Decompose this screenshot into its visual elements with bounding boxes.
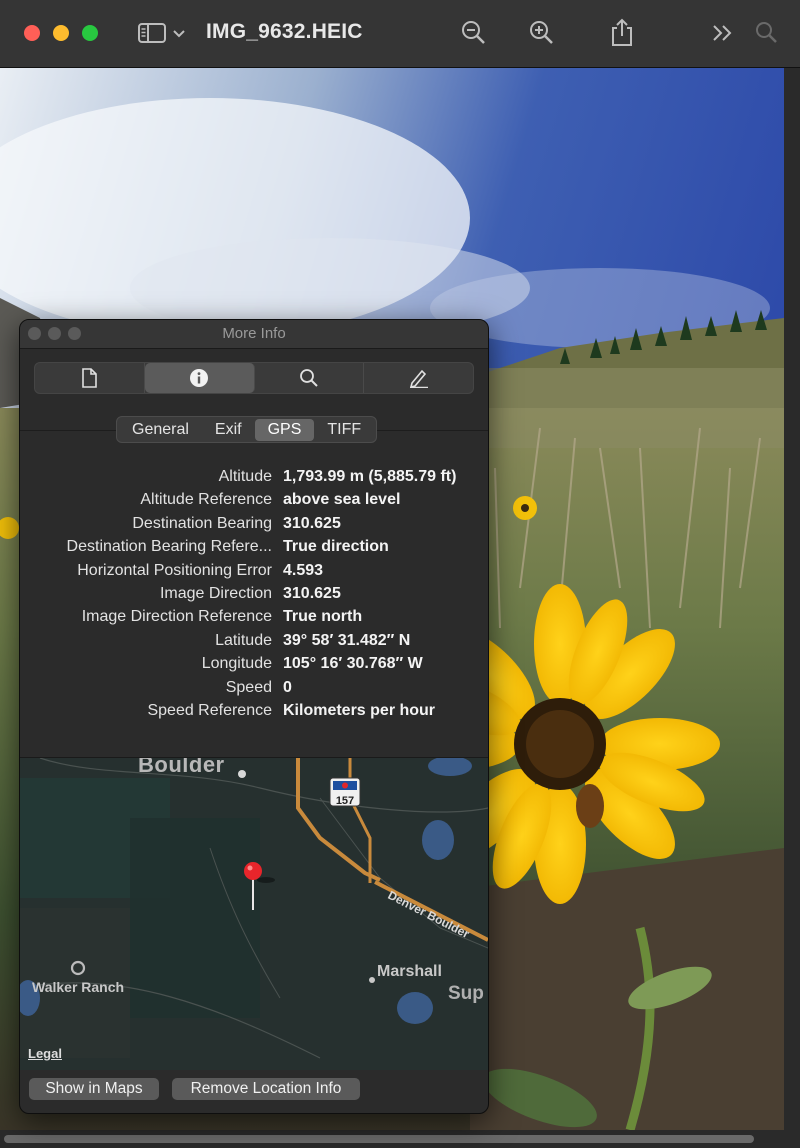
general-info-button[interactable] [35, 363, 145, 393]
pencil-icon [409, 369, 428, 388]
inspector-toolbar [34, 362, 474, 394]
map-label-walker-ranch: Walker Ranch [32, 979, 125, 995]
more-toolbar-button[interactable] [708, 18, 738, 48]
window-title: IMG_9632.HEIC [206, 20, 363, 43]
location-map[interactable]: 157 Boulder Walker Ranch Marshall Sup De… [20, 758, 488, 1070]
route-157-shield: 157 [336, 795, 354, 807]
close-button[interactable] [24, 25, 40, 41]
annotations-button[interactable] [364, 363, 473, 393]
zoom-out-button[interactable] [459, 18, 489, 48]
tab-general[interactable]: General [119, 419, 202, 441]
legal-link[interactable]: Legal [28, 1046, 62, 1061]
property-label: Destination Bearing Refere... [66, 538, 272, 556]
property-label: Altitude [218, 468, 272, 485]
more-info-panel: More Info General Exif GPS TIFF Altitude… [19, 319, 489, 1114]
property-row: Altitude 1,793.99 m (5,885.79 ft) [20, 465, 488, 488]
chevron-double-right-icon [713, 25, 732, 41]
property-label: Speed [225, 678, 272, 696]
property-row: Longitude 105° 16′ 30.768″ W [20, 652, 488, 675]
document-icon [82, 368, 98, 388]
map-label-boulder: Boulder [138, 758, 225, 777]
tab-gps[interactable]: GPS [254, 418, 315, 441]
keywords-button[interactable] [255, 363, 365, 393]
property-row: Destination Bearing 310.625 [20, 512, 488, 535]
property-label: Horizontal Positioning Error [77, 561, 272, 579]
minimize-button[interactable] [53, 25, 69, 41]
property-value: 105° 16′ 30.768″ W [283, 655, 423, 673]
search-icon [299, 369, 318, 387]
zoom-out-icon [462, 21, 485, 44]
panel-titlebar: More Info [20, 320, 488, 349]
property-label: Altitude Reference [140, 491, 272, 509]
property-value: True direction [283, 538, 389, 556]
property-label: Latitude [215, 631, 272, 649]
property-row: Horizontal Positioning Error 4.593 [20, 559, 488, 582]
property-value: 39° 58′ 31.482″ N [283, 631, 411, 649]
info-button[interactable] [144, 363, 255, 393]
property-row: Image Direction Reference True north [20, 605, 488, 628]
show-in-maps-button[interactable]: Show in Maps [29, 1078, 159, 1100]
window-titlebar: IMG_9632.HEIC [0, 0, 800, 68]
horizontal-scroll-thumb[interactable] [4, 1135, 754, 1143]
search-button[interactable] [752, 18, 782, 48]
map-label-marshall: Marshall [377, 963, 442, 980]
property-value: above sea level [283, 491, 401, 509]
zoom-in-icon [530, 21, 553, 44]
property-row: Altitude Reference above sea level [20, 488, 488, 511]
property-row: Destination Bearing Refere... True direct… [20, 535, 488, 558]
remove-location-info-button[interactable]: Remove Location Info [172, 1078, 360, 1100]
property-label: Destination Bearing [132, 514, 272, 532]
property-label: Image Direction Reference [81, 608, 272, 626]
map-label-sup: Sup [448, 983, 484, 1004]
metadata-tabs: General Exif GPS TIFF [116, 416, 378, 443]
tab-exif[interactable]: Exif [202, 419, 255, 441]
zoom-in-button[interactable] [527, 18, 557, 48]
info-icon [190, 369, 209, 387]
tab-tiff[interactable]: TIFF [314, 419, 374, 441]
panel-title: More Info [222, 325, 286, 342]
zoom-button[interactable] [82, 25, 98, 41]
property-row: Speed Reference Kilometers per hour [20, 699, 488, 722]
search-icon [756, 22, 777, 43]
property-value: 310.625 [283, 584, 341, 602]
horizontal-scrollbar[interactable] [0, 1130, 784, 1148]
gps-properties: Altitude 1,793.99 m (5,885.79 ft) Altitud… [20, 465, 488, 722]
vertical-scrollbar[interactable] [784, 68, 800, 1148]
property-row: Image Direction 310.625 [20, 582, 488, 605]
property-label: Image Direction [159, 584, 272, 602]
property-row: Latitude 39° 58′ 31.482″ N [20, 629, 488, 652]
property-label: Longitude [201, 655, 272, 673]
property-value: 310.625 [283, 514, 341, 532]
share-icon [612, 18, 632, 46]
property-value: Kilometers per hour [283, 701, 436, 719]
property-value: True north [283, 608, 363, 626]
property-value: 1,793.99 m (5,885.79 ft) [283, 468, 457, 485]
property-value: 0 [283, 678, 292, 696]
share-button[interactable] [607, 18, 637, 48]
sidebar-icon [138, 23, 185, 43]
property-value: 4.593 [283, 561, 324, 579]
property-label: Speed Reference [147, 701, 272, 719]
sidebar-toggle-button[interactable] [137, 18, 189, 48]
property-row: Speed 0 [20, 676, 488, 699]
